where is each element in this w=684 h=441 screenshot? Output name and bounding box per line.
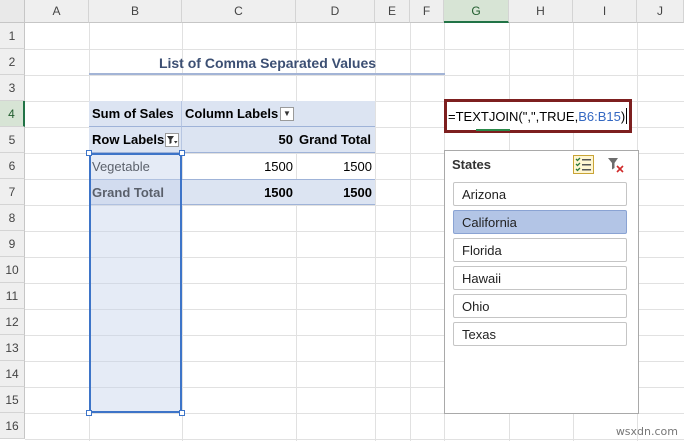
column-header-j[interactable]: J <box>637 0 684 23</box>
spreadsheet: A B C D E F G H I J 1 2 3 4 5 6 7 8 9 10… <box>0 0 684 441</box>
text-cursor <box>626 108 628 124</box>
row-header-6[interactable]: 6 <box>0 153 25 179</box>
formula-closing: ) <box>620 108 626 124</box>
column-labels-dropdown[interactable]: ▼ <box>280 106 294 121</box>
row-header-2[interactable]: 2 <box>0 49 25 75</box>
column-header-d[interactable]: D <box>296 0 375 23</box>
row-header-10[interactable]: 10 <box>0 257 25 283</box>
gridline <box>25 49 684 50</box>
slicer-item-california[interactable]: California <box>453 210 627 234</box>
range-handle[interactable] <box>179 410 185 416</box>
column-header-f[interactable]: F <box>410 0 444 23</box>
row-header-13[interactable]: 13 <box>0 335 25 361</box>
active-cell-indicator <box>476 129 510 131</box>
gridline <box>182 23 183 441</box>
row-header-16[interactable]: 16 <box>0 413 25 439</box>
column-header-a[interactable]: A <box>25 0 89 23</box>
row-header-7[interactable]: 7 <box>0 179 25 205</box>
slicer-item-florida[interactable]: Florida <box>453 238 627 262</box>
column-header-h[interactable]: H <box>509 0 573 23</box>
slicer-item-arizona[interactable]: Arizona <box>453 182 627 206</box>
range-handle[interactable] <box>86 410 92 416</box>
slicer-title: States <box>452 157 492 172</box>
row-labels-filter-icon[interactable] <box>165 132 179 147</box>
gridline <box>25 439 684 440</box>
column-header-c[interactable]: C <box>182 0 296 23</box>
column-header-e[interactable]: E <box>375 0 410 23</box>
multi-select-icon[interactable] <box>573 155 594 174</box>
pivot-sum-label[interactable]: Sum of Sales <box>89 101 182 127</box>
sheet-title: List of Comma Separated Values <box>158 55 377 71</box>
pivot-row-labels[interactable]: Row Labels <box>89 127 182 153</box>
select-all-corner[interactable] <box>0 0 25 23</box>
pivot-grand-total-total[interactable]: 1500 <box>296 179 375 205</box>
slicer-item-ohio[interactable]: Ohio <box>453 294 627 318</box>
pivot-column-labels[interactable]: Column Labels ▼ <box>182 101 296 127</box>
selected-range[interactable] <box>89 153 182 413</box>
gridline <box>375 23 376 441</box>
row-header-5[interactable]: 5 <box>0 127 25 153</box>
row-header-14[interactable]: 14 <box>0 361 25 387</box>
range-handle[interactable] <box>86 150 92 156</box>
row-header-3[interactable]: 3 <box>0 75 25 101</box>
row-header-9[interactable]: 9 <box>0 231 25 257</box>
row-header-15[interactable]: 15 <box>0 387 25 413</box>
pivot-grand-total-value[interactable]: 1500 <box>182 179 296 205</box>
gridline <box>296 23 297 441</box>
column-header-i[interactable]: I <box>573 0 637 23</box>
pivot-row-item-value[interactable]: 1500 <box>182 153 296 179</box>
row-header-4[interactable]: 4 <box>0 101 25 127</box>
gridline <box>25 75 684 76</box>
formula-range-reference: B6:B15 <box>578 108 621 124</box>
formula-text: =TEXTJOIN(",",TRUE, <box>448 108 579 124</box>
slicer-item-hawaii[interactable]: Hawaii <box>453 266 627 290</box>
pivot-grand-total-header[interactable]: Grand Total <box>296 127 375 153</box>
gridline <box>410 23 411 441</box>
watermark: wsxdn.com <box>615 425 678 438</box>
row-header-8[interactable]: 8 <box>0 205 25 231</box>
row-header-12[interactable]: 12 <box>0 309 25 335</box>
column-header-b[interactable]: B <box>89 0 182 23</box>
title-underline <box>89 73 445 75</box>
slicer-item-texas[interactable]: Texas <box>453 322 627 346</box>
range-handle[interactable] <box>179 150 185 156</box>
row-header-11[interactable]: 11 <box>0 283 25 309</box>
pivot-column-value[interactable]: 50 <box>182 127 296 153</box>
row-header-1[interactable]: 1 <box>0 23 25 49</box>
column-header-g[interactable]: G <box>444 0 509 23</box>
pivot-header-blank[interactable] <box>296 101 375 127</box>
clear-filter-icon[interactable] <box>606 155 626 175</box>
formula-cell-editor[interactable]: =TEXTJOIN(",",TRUE, B6:B15) <box>444 99 632 133</box>
pivot-row-item-total[interactable]: 1500 <box>296 153 375 179</box>
